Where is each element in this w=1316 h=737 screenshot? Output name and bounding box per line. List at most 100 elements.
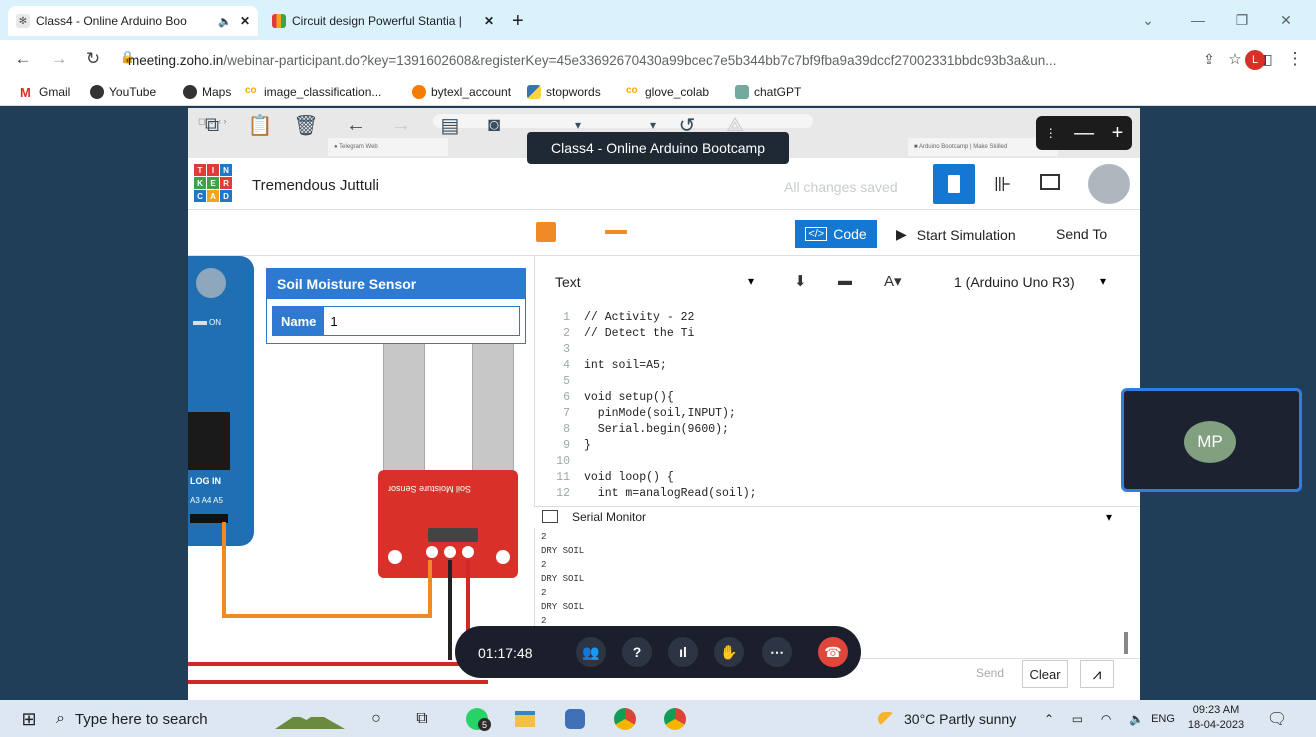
bookmark-star-icon[interactable]: ☆ (1224, 48, 1246, 70)
clock[interactable]: 09:23 AM 18-04-2023 (1186, 703, 1246, 735)
close-tab-icon[interactable]: ✕ (240, 14, 250, 28)
bookmark-maps[interactable]: Maps (183, 82, 231, 102)
bookmark-bytexl[interactable]: bytexl_account (412, 82, 511, 102)
tab-class4[interactable]: ✻ Class4 - Online Arduino Boo 🔈 ✕ (8, 6, 258, 36)
notifications-icon[interactable]: 🗨 (1264, 706, 1290, 732)
line-number: 12 (556, 487, 570, 500)
tab-search-icon[interactable]: ⌄ (1130, 8, 1166, 32)
code-text: void loop() { (584, 471, 674, 484)
board-select[interactable]: 1 (Arduino Uno R3) (954, 274, 1075, 290)
start-simulation-button[interactable]: ▶ Start Simulation (896, 226, 1016, 243)
name-field[interactable]: Name 1 (272, 306, 520, 336)
chevron-down-icon[interactable]: ▾ (748, 274, 754, 288)
wire-orange[interactable] (428, 560, 432, 618)
mount-hole (496, 550, 510, 564)
chrome-profile-icon[interactable] (662, 706, 688, 732)
cortana-icon[interactable]: ○ (366, 706, 386, 732)
tab-circuit-design[interactable]: Circuit design Powerful Stantia | ✕ (264, 6, 502, 36)
chevron-down-icon[interactable]: ▾ (1100, 274, 1106, 288)
whatsapp-icon[interactable]: 5 (462, 706, 492, 732)
chevron-up-icon[interactable]: ⌃ (1044, 712, 1054, 726)
zoom-in-icon[interactable]: + (1112, 122, 1124, 145)
minimize-button[interactable]: — (1180, 8, 1216, 32)
audio-icon[interactable]: 🔈 (218, 15, 232, 28)
wire-color-icon[interactable] (605, 230, 627, 234)
raise-hand-icon[interactable]: ✋ (714, 637, 744, 667)
redo-icon[interactable]: → (388, 112, 414, 138)
chevron-down-icon[interactable]: ▾ (1106, 510, 1112, 524)
bookmark-youtube[interactable]: YouTube (90, 82, 156, 102)
wifi-icon[interactable]: ◠ (1101, 712, 1111, 726)
paste-icon[interactable]: 📋 (247, 112, 273, 138)
code-button[interactable]: </> Code (795, 220, 877, 248)
profile-avatar[interactable]: L (1245, 50, 1265, 70)
send-to-button[interactable]: Send To (1056, 226, 1107, 242)
wire-red[interactable] (188, 680, 488, 684)
reload-icon[interactable]: ↻ (82, 48, 104, 70)
wire-orange[interactable] (222, 614, 432, 618)
send-button[interactable]: Send (976, 666, 1004, 680)
bookmark-chatgpt[interactable]: chatGPT (735, 82, 801, 102)
code-editor[interactable]: 1 // Activity - 22 2 // Detect the Ti 3 4 int … (534, 312, 1124, 508)
bookmark-image-classification[interactable]: co image_classification... (245, 82, 381, 102)
bookmark-gmail[interactable]: M Gmail (20, 82, 70, 102)
drag-handle-icon[interactable]: ⋮ (1045, 126, 1057, 140)
question-icon[interactable]: ? (622, 637, 652, 667)
chrome-icon[interactable] (612, 706, 638, 732)
scrollbar[interactable] (1124, 632, 1128, 654)
volume-icon[interactable]: 🔈 (1129, 712, 1144, 726)
sensor-pin-holes (426, 546, 486, 560)
project-name[interactable]: Tremendous Juttuli (252, 177, 379, 194)
close-tab-icon[interactable]: ✕ (484, 14, 494, 28)
close-window-button[interactable]: ✕ (1268, 8, 1304, 32)
taskbar-search[interactable]: ⌕ Type here to search (56, 706, 296, 732)
menu-kebab-icon[interactable]: ⋮ (1284, 48, 1306, 70)
more-options-icon[interactable]: ⋯ (762, 637, 792, 667)
upload-icon[interactable]: ▬ (838, 272, 852, 288)
signal-icon[interactable] (562, 706, 588, 732)
wire-red[interactable] (188, 662, 488, 666)
serial-output: 2 DRY SOIL 2 DRY SOIL 2 DRY SOIL 2 (541, 532, 941, 630)
notes-icon[interactable]: ▤ (437, 112, 463, 138)
chip-icon (948, 175, 960, 193)
share-icon[interactable]: ⇪ (1198, 48, 1220, 70)
participants-icon[interactable]: 👥 (576, 637, 606, 667)
forward-icon[interactable]: → (48, 48, 70, 70)
circuit-view-button[interactable] (933, 164, 975, 204)
new-tab-button[interactable]: + (512, 10, 524, 33)
language-indicator[interactable]: ENG (1148, 706, 1178, 732)
graph-icon[interactable]: ⩘ (1080, 660, 1114, 688)
schematic-table-icon[interactable] (1040, 174, 1060, 190)
copy-icon[interactable]: ⧉ (199, 112, 225, 138)
wire-black[interactable] (448, 560, 452, 660)
system-tray[interactable]: ⌃ ▭ ◠ 🔈 (1044, 706, 1144, 732)
delete-icon[interactable]: 🗑 (293, 112, 319, 138)
line-number: 5 (563, 375, 570, 388)
download-icon[interactable]: ⬇ (794, 272, 807, 290)
battery-icon[interactable]: ▭ (1072, 712, 1083, 726)
url-field[interactable]: meeting.zoho.in/webinar-participant.do?k… (128, 48, 1200, 72)
serial-line: DRY SOIL (541, 574, 585, 584)
components-list-icon[interactable]: ⊪ (994, 172, 1011, 197)
weather-widget[interactable]: 30°C Partly sunny (878, 706, 1028, 732)
windows-start-icon[interactable]: ⊞ (16, 706, 42, 732)
user-avatar[interactable] (1088, 164, 1130, 204)
file-explorer-icon[interactable] (512, 706, 538, 732)
task-view-icon[interactable]: ⧉ (412, 706, 432, 732)
wire-orange[interactable] (222, 522, 226, 618)
back-icon[interactable]: ← (12, 48, 34, 70)
bookmark-stopwords[interactable]: stopwords (527, 82, 601, 102)
leave-call-icon[interactable]: ☎ (818, 637, 848, 667)
restore-button[interactable]: ❐ (1224, 8, 1260, 32)
font-size-icon[interactable]: A▾ (884, 272, 902, 290)
tinkercad-logo[interactable]: T I N K E R C A D (194, 164, 232, 202)
clear-button[interactable]: Clear (1022, 660, 1068, 688)
annotation-icon[interactable]: ◙ (481, 112, 507, 138)
color-swatch-icon[interactable] (536, 222, 556, 242)
zoom-out-icon[interactable]: — (1074, 122, 1094, 145)
code-text: void setup(){ (584, 391, 674, 404)
undo-icon[interactable]: ← (343, 112, 369, 138)
poll-icon[interactable]: ıl (668, 637, 698, 667)
bookmark-glove-colab[interactable]: co glove_colab (626, 82, 709, 102)
editor-mode-select[interactable]: Text (555, 274, 581, 290)
